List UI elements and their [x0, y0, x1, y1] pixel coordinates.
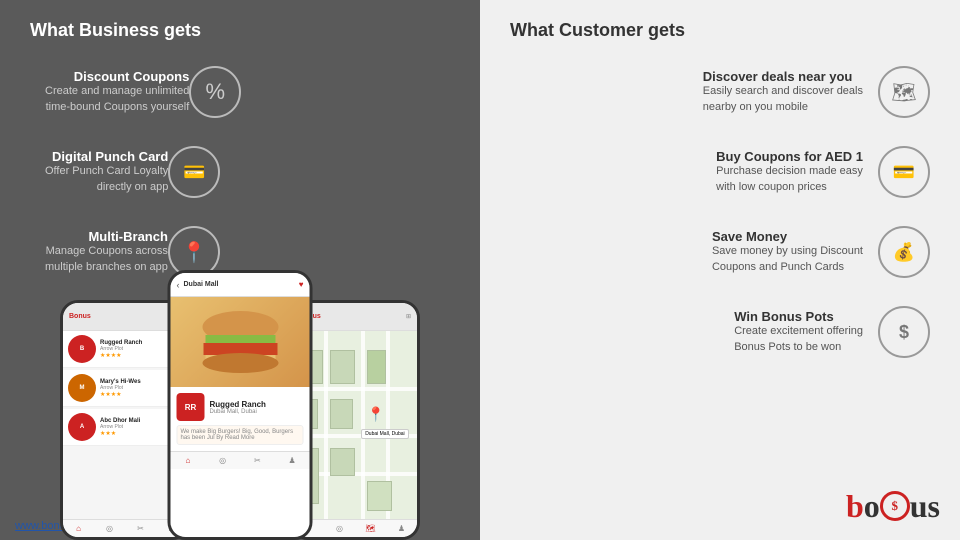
icon-circle-discover: 🗺 [878, 66, 930, 118]
bonus-logo: b o $ us [846, 488, 940, 525]
map-icon: 🗺 [891, 80, 916, 105]
feature-title-save: Save Money [712, 229, 863, 244]
feature-row-discount: Discount Coupons Create and manage unlim… [30, 66, 450, 118]
feature-title-punch: Digital Punch Card [45, 149, 168, 164]
feature-title-discover: Discover deals near you [703, 69, 863, 84]
icon-circle-punch: 💳 [168, 146, 220, 198]
left-panel: What Business gets Discount Coupons Crea… [0, 0, 480, 540]
feature-desc-discover: Easily search and discover dealsnearby o… [703, 84, 863, 115]
nav-home-icon: ⌂ [72, 522, 86, 536]
nav-search-icon: ◎ [216, 454, 230, 468]
map-building [367, 481, 392, 511]
feature-desc-buy: Purchase decision made easywith low coup… [716, 164, 863, 195]
feature-row-bonus: $ Win Bonus Pots Create excitement offer… [510, 306, 930, 358]
coupon-info: We make Big Burgers! Big, Good, Burgers … [177, 425, 304, 445]
map-building [330, 448, 355, 476]
nav-ticket-icon: ✂ [250, 454, 264, 468]
burger-svg [195, 307, 285, 377]
punch-card-icon: 💳 [183, 162, 205, 183]
phone-center: ‹ Dubai Mall ♥ RR [168, 270, 313, 540]
restaurant-info: Rugged Ranch Dubai Mall, Dubai [210, 400, 266, 415]
map-marker-icon: 📍 [367, 406, 384, 423]
right-panel-title: What Customer gets [510, 20, 930, 41]
feature-desc-bonus: Create excitement offeringBonus Pots to … [734, 324, 863, 355]
avatar: M [68, 374, 96, 402]
feature-text-save: Save Money Save money by using DiscountC… [712, 229, 863, 275]
map-building [330, 350, 355, 384]
logo-b: b [846, 488, 864, 525]
feature-title-buy: Buy Coupons for AED 1 [716, 149, 863, 164]
restaurant-logo: RR [177, 393, 205, 421]
bonus-pot-icon: $ [899, 322, 909, 343]
phones-container: Bonus ≡ B Rugged Ranch Arrow Plot ★★★★ M [50, 220, 430, 540]
feature-row-discover: 🗺 Discover deals near you Easily search … [510, 66, 930, 118]
feature-desc-save: Save money by using DiscountCoupons and … [712, 244, 863, 275]
left-panel-title: What Business gets [30, 20, 450, 41]
icon-circle-save: 💰 [878, 226, 930, 278]
icon-circle-buy: 💳 [878, 146, 930, 198]
nav-profile-icon: ♟ [395, 522, 409, 536]
phone-center-header: ‹ Dubai Mall ♥ [171, 273, 310, 297]
feature-text-discount: Discount Coupons Create and manage unlim… [45, 69, 189, 115]
map-label: Dubai Mall, Dubai [361, 429, 408, 439]
nav-map-icon: 🗺 [364, 522, 378, 536]
phone-detail-info: RR Rugged Ranch Dubai Mall, Dubai We mak… [171, 387, 310, 451]
logo-nus: us [910, 488, 940, 525]
icon-circle-bonus: $ [878, 306, 930, 358]
feature-row-buy: 💳 Buy Coupons for AED 1 Purchase decisio… [510, 146, 930, 198]
nav-search-icon: ◎ [103, 522, 117, 536]
phone-center-title: Dubai Mall [184, 281, 219, 288]
map-building [367, 350, 386, 384]
feature-title-bonus: Win Bonus Pots [734, 309, 863, 324]
avatar: B [68, 335, 96, 363]
avatar: A [68, 413, 96, 441]
feature-title-discount: Discount Coupons [45, 69, 189, 84]
coupon-icon: 💳 [893, 162, 915, 183]
logo-dollar-icon: $ [880, 491, 910, 521]
money-icon: 💰 [893, 242, 915, 263]
feature-text-discover: Discover deals near you Easily search an… [703, 69, 863, 115]
feature-row-save: 💰 Save Money Save money by using Discoun… [510, 226, 930, 278]
phone-center-nav: ⌂ ◎ ✂ ♟ [171, 451, 310, 469]
map-building [330, 399, 352, 429]
logo-o1: o [864, 488, 880, 525]
feature-text-buy: Buy Coupons for AED 1 Purchase decision … [716, 149, 863, 195]
feature-desc-punch: Offer Punch Card Loyaltydirectly on app [45, 164, 168, 195]
nav-home-icon: ⌂ [181, 454, 195, 468]
restaurant-location: Dubai Mall, Dubai [210, 409, 266, 415]
nav-profile-icon: ♟ [285, 454, 299, 468]
feature-text-bonus: Win Bonus Pots Create excitement offerin… [734, 309, 863, 355]
discount-icon: % [206, 79, 226, 105]
phone-hero-image [171, 297, 310, 387]
icon-circle-discount: % [189, 66, 241, 118]
right-panel: What Customer gets 🗺 Discover deals near… [480, 0, 960, 540]
feature-row-punch: Digital Punch Card Offer Punch Card Loya… [30, 146, 450, 198]
nav-search-icon: ◎ [333, 522, 347, 536]
phone-center-screen: ‹ Dubai Mall ♥ RR [171, 273, 310, 537]
feature-desc-discount: Create and manage unlimitedtime-bound Co… [45, 84, 189, 115]
feature-text-punch: Digital Punch Card Offer Punch Card Loya… [45, 149, 168, 195]
nav-ticket-icon: ✂ [134, 522, 148, 536]
restaurant-name: Rugged Ranch [210, 400, 266, 409]
